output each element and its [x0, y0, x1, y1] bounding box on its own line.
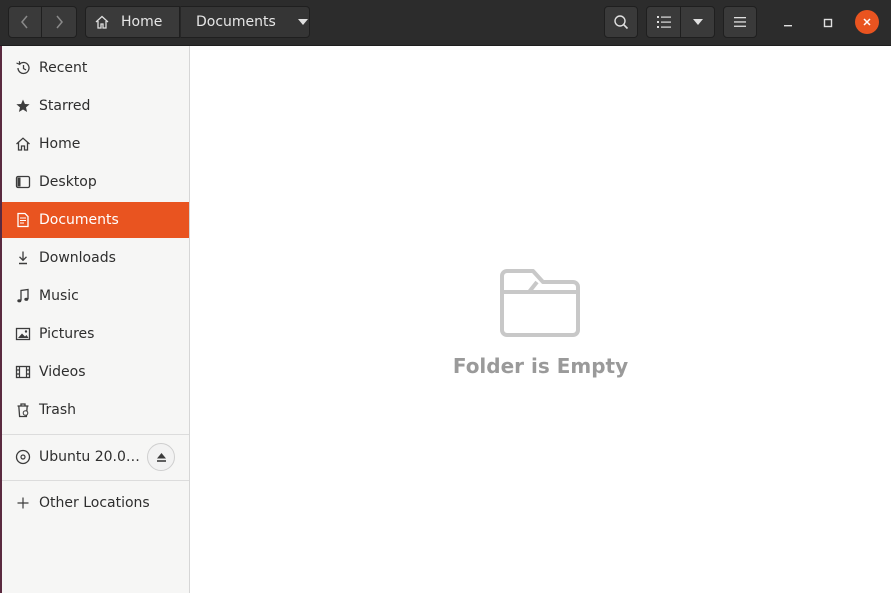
- home-icon: [14, 136, 31, 153]
- sidebar-item-music[interactable]: Music: [0, 278, 189, 314]
- music-icon: [14, 288, 31, 305]
- minimize-button[interactable]: [775, 10, 801, 36]
- disc-icon: [14, 449, 31, 466]
- folder-icon: [500, 269, 580, 337]
- sidebar-separator: [0, 434, 189, 435]
- download-icon: [14, 250, 31, 267]
- trash-icon: [14, 402, 31, 419]
- star-icon: [14, 98, 31, 115]
- forward-button[interactable]: [42, 6, 77, 38]
- sidebar-item-downloads[interactable]: Downloads: [0, 240, 189, 276]
- sidebar-item-label: Videos: [39, 364, 86, 380]
- sidebar-item-label: Home: [39, 136, 81, 152]
- back-button[interactable]: [8, 6, 42, 38]
- header-bar: Home Documents: [0, 0, 891, 46]
- caret-down-icon: [297, 19, 308, 25]
- sidebar-item-desktop[interactable]: Desktop: [0, 164, 189, 200]
- sidebar-item-label: Recent: [39, 60, 88, 76]
- sidebar-item-other-locations[interactable]: Other Locations: [0, 485, 189, 521]
- empty-folder-message: Folder is Empty: [452, 354, 629, 378]
- file-manager-window: Home Documents Recent Starred Home Deskt…: [0, 0, 891, 593]
- sidebar-item-documents[interactable]: Documents: [0, 202, 189, 238]
- file-view[interactable]: Folder is Empty: [190, 46, 891, 593]
- sidebar-item-label: Desktop: [39, 174, 97, 190]
- sidebar-item-videos[interactable]: Videos: [0, 354, 189, 390]
- main-menu-button[interactable]: [723, 6, 757, 38]
- breadcrumb-home-label: Home: [121, 14, 163, 30]
- sidebar-item-label: Documents: [39, 212, 119, 228]
- sidebar: Recent Starred Home Desktop Documents Do…: [0, 46, 190, 593]
- list-view-icon: [656, 16, 671, 28]
- sidebar-item-label: Music: [39, 288, 79, 304]
- document-icon: [14, 212, 31, 229]
- minimize-icon: [784, 25, 792, 27]
- chevron-left-icon: [21, 15, 28, 29]
- video-icon: [14, 364, 31, 381]
- sidebar-item-label: Pictures: [39, 326, 95, 342]
- view-options-button[interactable]: [681, 6, 715, 38]
- caret-down-icon: [692, 19, 703, 25]
- close-button[interactable]: [855, 10, 879, 34]
- sidebar-item-pictures[interactable]: Pictures: [0, 316, 189, 352]
- sidebar-item-starred[interactable]: Starred: [0, 88, 189, 124]
- home-icon: [95, 15, 109, 29]
- sidebar-separator: [0, 480, 189, 481]
- eject-icon: [156, 452, 166, 462]
- search-icon: [614, 15, 629, 30]
- close-icon: [863, 18, 871, 26]
- breadcrumb-current-label: Documents: [196, 14, 276, 30]
- breadcrumb-home[interactable]: Home: [85, 6, 180, 38]
- chevron-right-icon: [56, 15, 63, 29]
- maximize-button[interactable]: [815, 10, 841, 36]
- sidebar-item-trash[interactable]: Trash: [0, 392, 189, 428]
- sidebar-item-recent[interactable]: Recent: [0, 50, 189, 86]
- picture-icon: [14, 326, 31, 343]
- maximize-icon: [823, 18, 833, 28]
- plus-icon: [14, 495, 31, 512]
- search-button[interactable]: [604, 6, 638, 38]
- sidebar-item-home[interactable]: Home: [0, 126, 189, 162]
- sidebar-item-ubuntu-disc[interactable]: Ubuntu 20.0…: [0, 439, 140, 475]
- desktop-icon: [14, 174, 31, 191]
- sidebar-item-label: Trash: [39, 402, 76, 418]
- sidebar-item-label: Starred: [39, 98, 91, 114]
- eject-button[interactable]: [147, 443, 175, 471]
- sidebar-item-label: Other Locations: [39, 495, 150, 511]
- clock-icon: [14, 60, 31, 77]
- sidebar-item-label: Ubuntu 20.0…: [39, 449, 140, 465]
- window-edge: [0, 46, 2, 593]
- sidebar-item-label: Downloads: [39, 250, 116, 266]
- view-list-button[interactable]: [646, 6, 681, 38]
- hamburger-menu-icon: [734, 17, 746, 27]
- breadcrumb-documents[interactable]: Documents: [180, 6, 310, 38]
